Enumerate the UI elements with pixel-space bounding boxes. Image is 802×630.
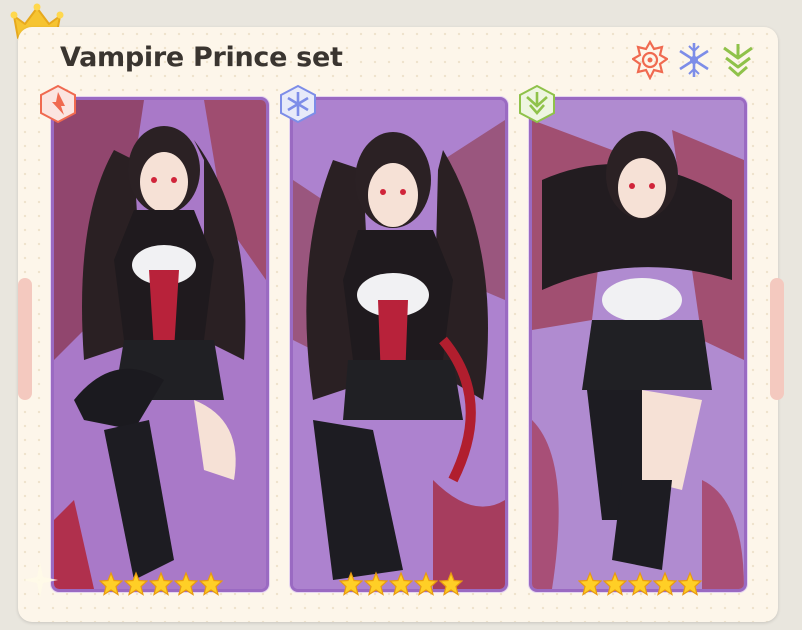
fire-element-icon: [632, 40, 668, 80]
star-icon: [578, 571, 602, 596]
star-icon: [149, 571, 173, 596]
fire-element-icon: [40, 84, 76, 124]
star-icon: [603, 571, 627, 596]
next-page-tab[interactable]: [770, 278, 784, 400]
prev-page-tab[interactable]: [18, 278, 32, 400]
star-icon: [678, 571, 702, 596]
star-icon: [124, 571, 148, 596]
sparkle-icon: [22, 562, 58, 598]
rarity-stars: [578, 570, 702, 604]
star-icon: [653, 571, 677, 596]
ice-element-icon: [280, 84, 316, 124]
character-portrait: [532, 100, 744, 589]
star-icon: [628, 571, 652, 596]
star-icon: [199, 571, 223, 596]
star-icon: [364, 571, 388, 596]
character-portrait: [54, 100, 266, 589]
rarity-stars: [99, 570, 223, 604]
costume-card-2[interactable]: [290, 97, 508, 592]
star-icon: [389, 571, 413, 596]
star-icon: [339, 571, 363, 596]
nature-element-icon: [723, 44, 753, 77]
set-title: Vampire Prince set: [60, 42, 343, 73]
nature-element-icon: [519, 84, 555, 124]
star-icon: [414, 571, 438, 596]
costume-card-1[interactable]: [51, 97, 269, 592]
ice-element-icon: [679, 43, 709, 77]
star-icon: [439, 571, 463, 596]
costume-card-3[interactable]: [529, 97, 747, 592]
star-icon: [99, 571, 123, 596]
character-portrait: [293, 100, 505, 589]
rarity-stars: [339, 570, 463, 604]
star-icon: [174, 571, 198, 596]
